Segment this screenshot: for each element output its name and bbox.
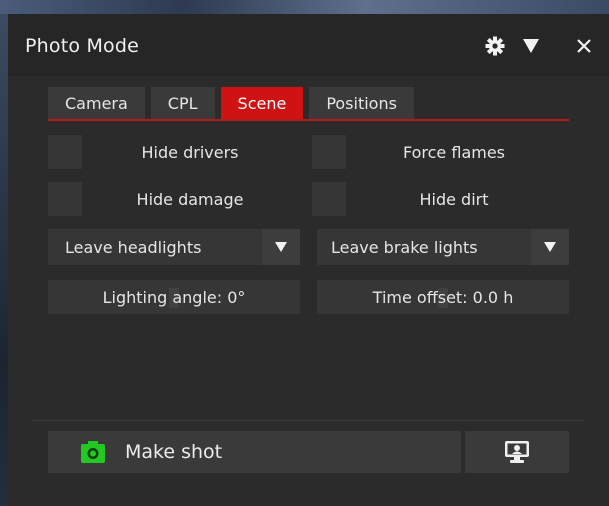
hide-damage-option[interactable]: Hide damage (48, 182, 290, 216)
hide-dirt-checkbox[interactable] (312, 182, 346, 216)
close-icon (577, 39, 591, 53)
tab-positions[interactable]: Positions (309, 87, 414, 119)
hide-drivers-label: Hide drivers (141, 142, 239, 162)
close-button[interactable] (570, 32, 598, 60)
tab-scene[interactable]: Scene (220, 87, 304, 119)
hide-damage-label: Hide damage (136, 189, 244, 209)
brake-lights-dropdown[interactable]: Leave brake lights (317, 229, 569, 265)
time-offset-slider[interactable]: Time offset: 0.0 h (317, 280, 569, 314)
footer-divider (32, 420, 585, 421)
title-bar: Photo Mode (8, 14, 609, 76)
force-flames-checkbox[interactable] (312, 135, 346, 169)
brake-lights-dropdown-toggle[interactable] (531, 229, 569, 265)
hide-dirt-option[interactable]: Hide dirt (312, 182, 554, 216)
tab-bar: Camera CPL Scene Positions (48, 87, 420, 119)
monitor-icon (505, 441, 529, 463)
force-flames-label: Force flames (402, 142, 506, 162)
tab-cpl[interactable]: CPL (150, 87, 215, 119)
lighting-angle-label: Lighting angle: 0° (102, 287, 246, 307)
headlights-dropdown[interactable]: Leave headlights (48, 229, 300, 265)
tab-underline (48, 119, 569, 121)
settings-button[interactable] (481, 32, 509, 60)
time-offset-label: Time offset: 0.0 h (372, 287, 514, 307)
screen-mode-button[interactable] (465, 431, 569, 473)
headlights-dropdown-value: Leave headlights (65, 237, 202, 257)
camera-icon (81, 441, 105, 463)
brake-lights-dropdown-value: Leave brake lights (331, 237, 478, 257)
tab-camera[interactable]: Camera (48, 87, 145, 119)
make-shot-label: Make shot (125, 441, 223, 463)
force-flames-option[interactable]: Force flames (312, 135, 554, 169)
triangle-down-icon (523, 39, 539, 53)
hide-drivers-option[interactable]: Hide drivers (48, 135, 290, 169)
make-shot-button[interactable]: Make shot (48, 431, 461, 473)
hide-drivers-checkbox[interactable] (48, 135, 82, 169)
photo-mode-panel: Photo Mode Camera CPL Scene Positions Hi… (8, 14, 609, 506)
hide-damage-checkbox[interactable] (48, 182, 82, 216)
triangle-down-icon (275, 242, 287, 252)
collapse-button[interactable] (517, 32, 545, 60)
headlights-dropdown-toggle[interactable] (262, 229, 300, 265)
window-title: Photo Mode (25, 35, 140, 57)
gear-icon (485, 36, 505, 56)
hide-dirt-label: Hide dirt (419, 189, 489, 209)
triangle-down-icon (544, 242, 556, 252)
background-scene (0, 0, 609, 14)
lighting-angle-slider[interactable]: Lighting angle: 0° (48, 280, 300, 314)
